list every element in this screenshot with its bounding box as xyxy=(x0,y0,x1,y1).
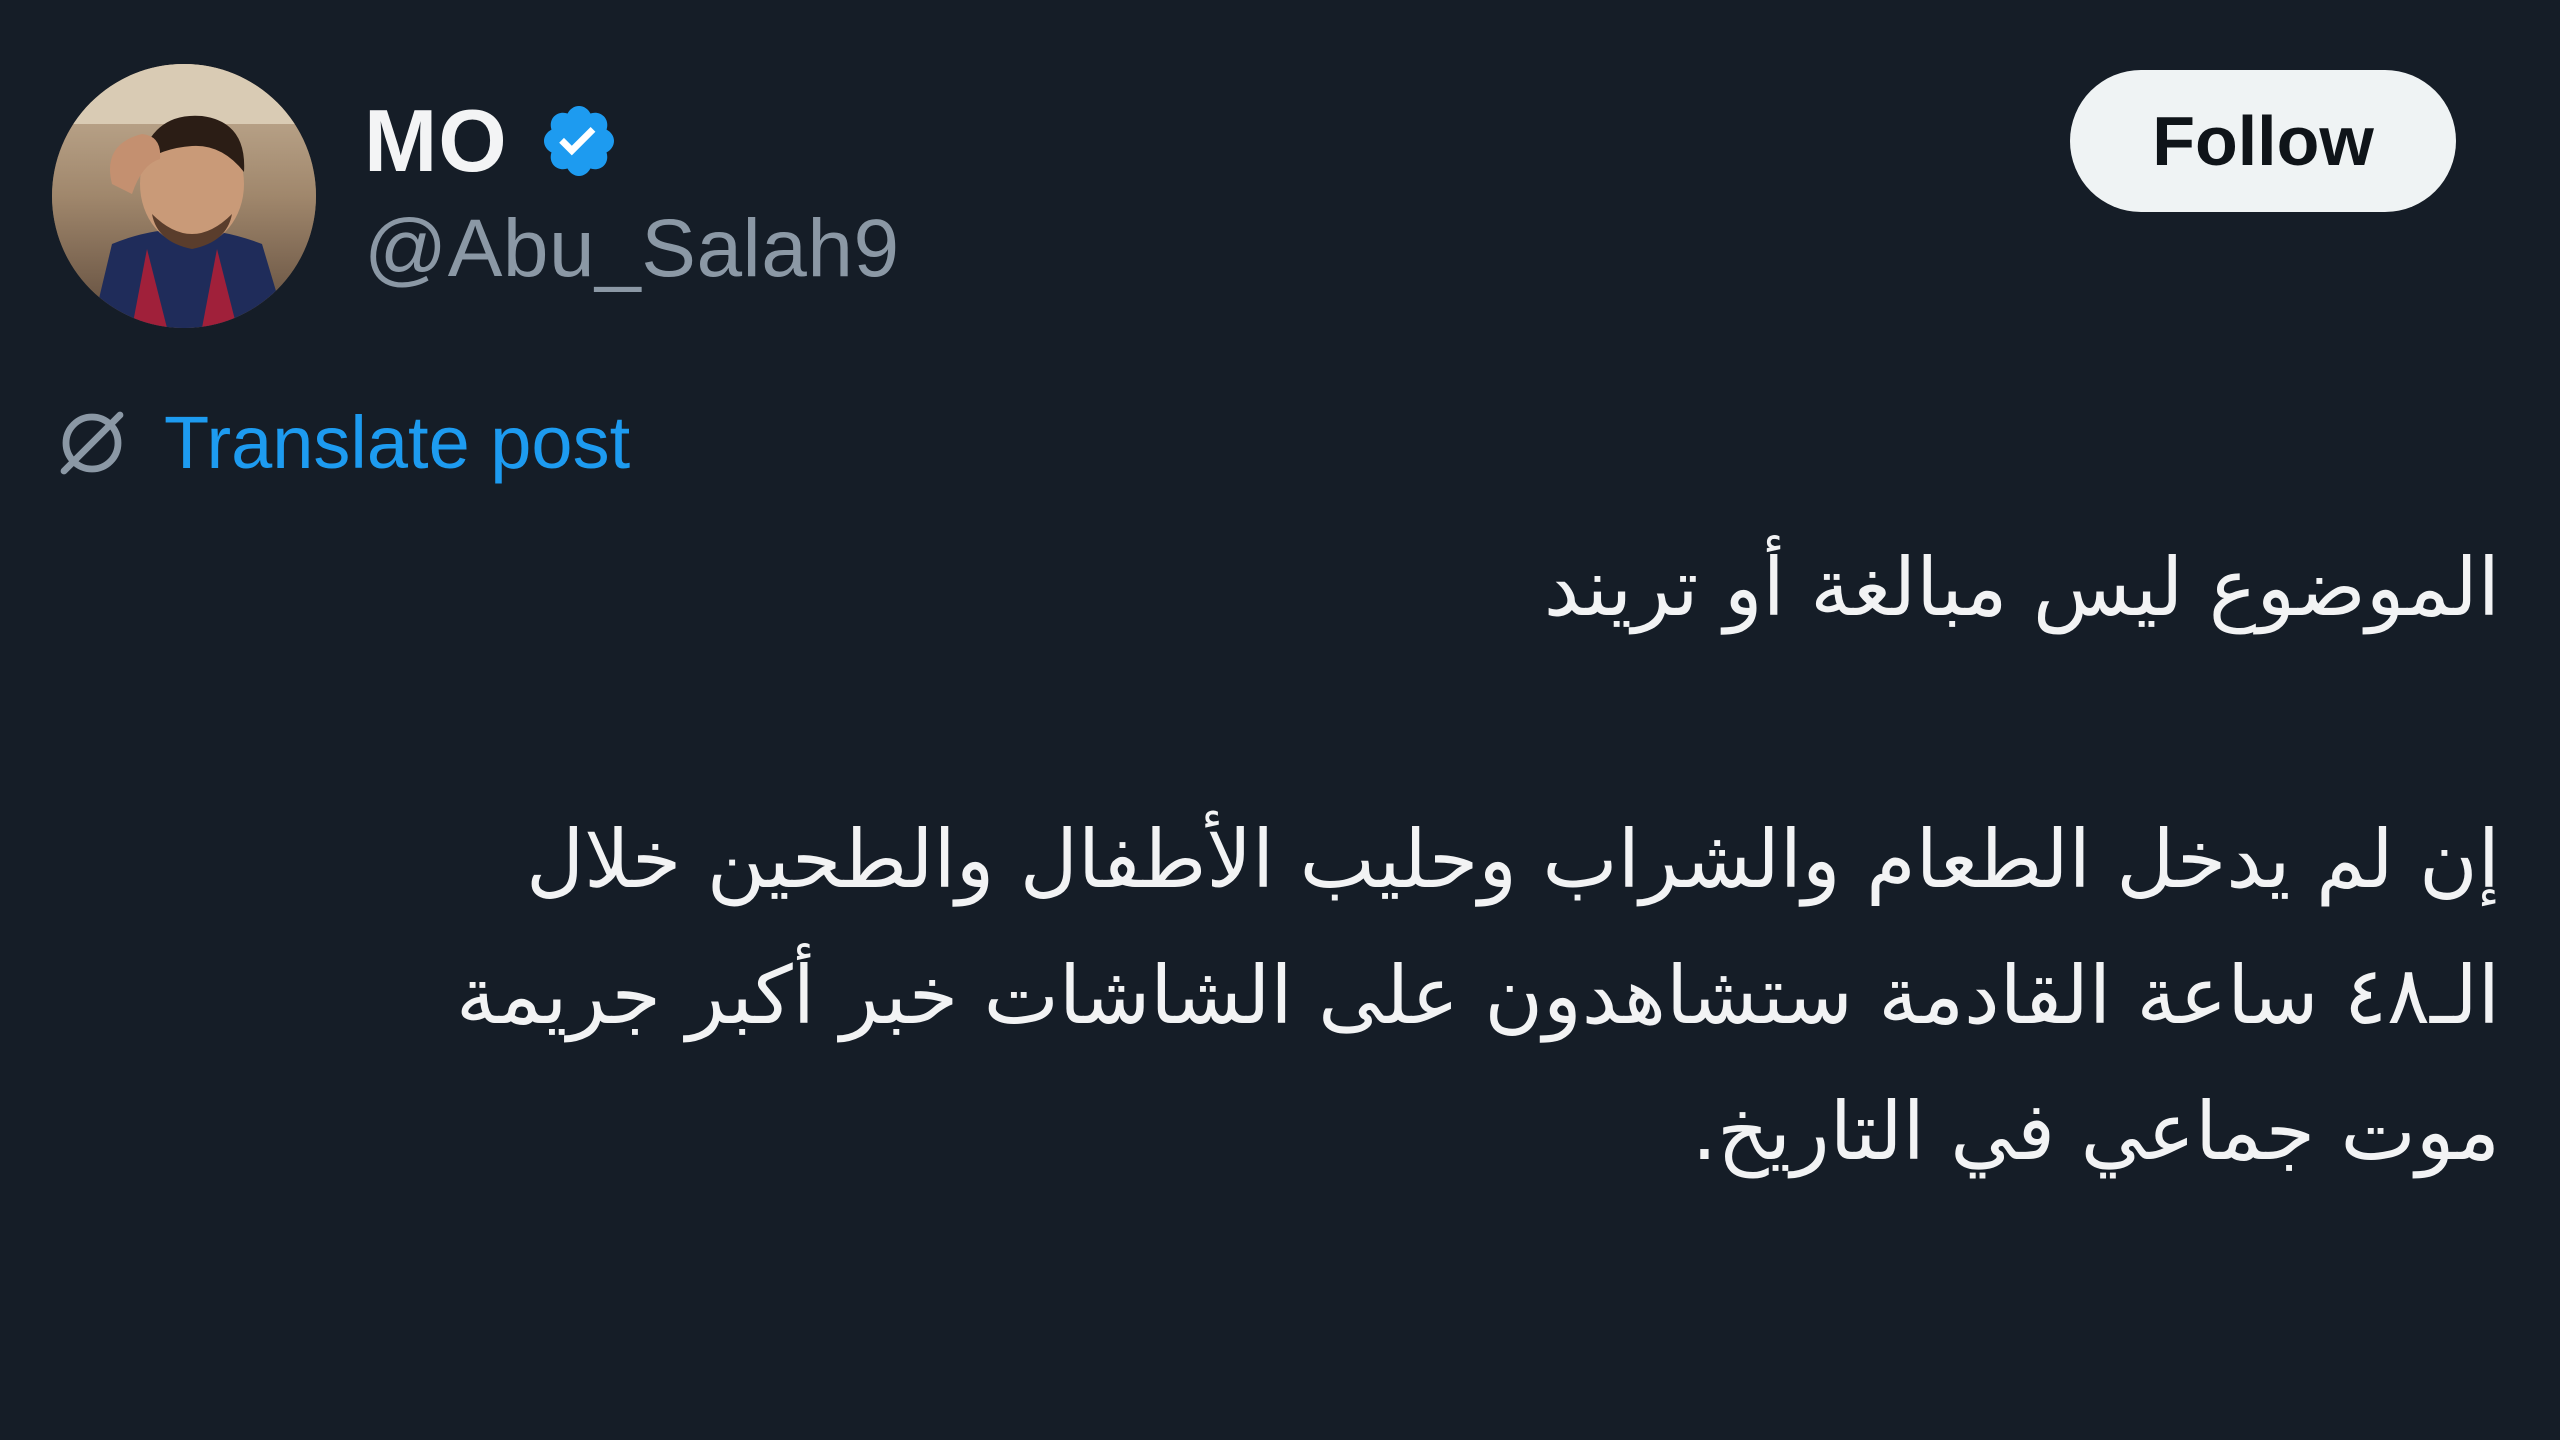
post-line-2: إن لم يدخل الطعام والشراب وحليب الأطفال … xyxy=(526,813,2500,906)
display-name[interactable]: MO xyxy=(364,90,508,192)
post-line-4: موت جماعي في التاريخ. xyxy=(1691,1085,2500,1178)
user-handle[interactable]: @Abu_Salah9 xyxy=(364,202,900,296)
display-name-row: MO xyxy=(364,86,900,196)
user-info: MO @Abu_Salah9 xyxy=(364,86,900,296)
post-card: MO @Abu_Salah9 Follow Translate post الم… xyxy=(0,0,2560,1440)
translate-post-link[interactable]: Translate post xyxy=(52,400,630,485)
post-line-1: الموضوع ليس مبالغة أو تريند xyxy=(1543,541,2500,634)
post-line-3: الـ٤٨ ساعة القادمة ستشاهدون على الشاشات … xyxy=(455,949,2500,1042)
avatar[interactable] xyxy=(52,64,316,328)
follow-button[interactable]: Follow xyxy=(2070,70,2456,212)
translate-post-label: Translate post xyxy=(164,401,631,484)
globe-icon xyxy=(60,411,124,474)
post-text: الموضوع ليس مبالغة أو تريند إن لم يدخل ا… xyxy=(80,520,2500,1200)
profile-photo xyxy=(52,64,316,328)
verified-badge-icon[interactable] xyxy=(538,100,620,182)
